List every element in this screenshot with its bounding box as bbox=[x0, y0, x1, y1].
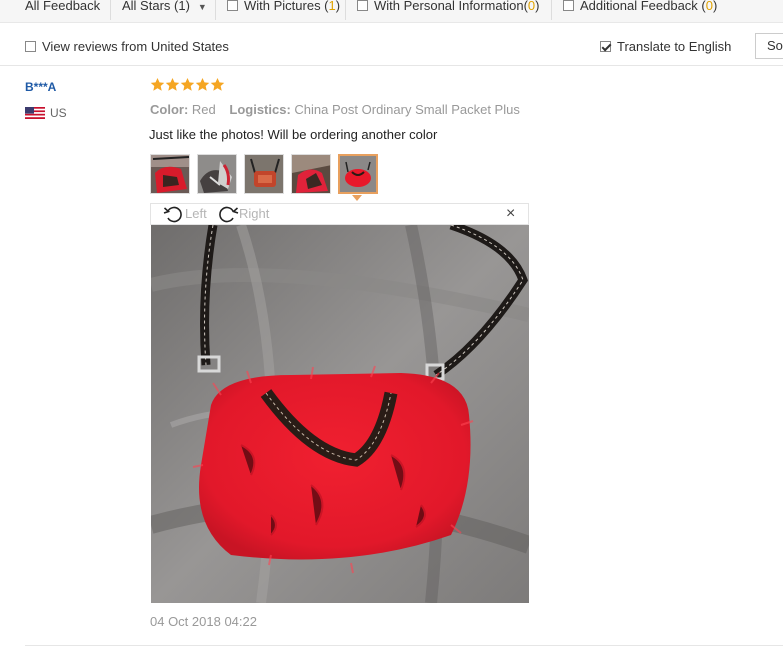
filter-divider bbox=[551, 0, 552, 20]
sort-dropdown[interactable]: So bbox=[755, 33, 783, 59]
filter-with-personal-info[interactable]: With Personal Information(0) bbox=[357, 0, 539, 16]
review-photo bbox=[151, 225, 529, 603]
review-thumbnail-2[interactable] bbox=[197, 154, 237, 194]
thumbnail-image bbox=[292, 155, 330, 193]
rotate-left-button[interactable]: Left bbox=[163, 205, 211, 223]
thumbnail-image bbox=[340, 156, 376, 192]
review-thumbnail-1[interactable] bbox=[150, 154, 190, 194]
reviewer-name[interactable]: B***A bbox=[25, 80, 56, 94]
thumbnail-image bbox=[198, 155, 236, 193]
star-icon bbox=[150, 77, 165, 91]
rotate-left-icon bbox=[163, 206, 182, 223]
with-pictures-checkbox[interactable] bbox=[227, 0, 238, 11]
color-value: Red bbox=[191, 102, 216, 117]
view-us-reviews-option[interactable]: View reviews from United States bbox=[25, 38, 229, 56]
filter-with-pictures[interactable]: With Pictures (1) bbox=[227, 0, 340, 16]
close-paren: ) bbox=[535, 0, 540, 13]
additional-feedback-count: 0 bbox=[705, 0, 713, 13]
thumbnail-image bbox=[245, 155, 283, 193]
logistics-label: Logistics: bbox=[229, 102, 291, 117]
filter-divider bbox=[110, 0, 111, 20]
review-divider bbox=[25, 645, 783, 646]
close-paren: ) bbox=[335, 0, 341, 13]
product-photo-image bbox=[151, 225, 529, 603]
additional-feedback-checkbox[interactable] bbox=[563, 0, 574, 11]
rotate-left-label: Left bbox=[185, 206, 207, 221]
translate-option[interactable]: Translate to English bbox=[600, 38, 731, 56]
additional-feedback-label: Additional Feedback ( bbox=[580, 0, 706, 13]
rotate-right-icon bbox=[219, 206, 239, 223]
with-pictures-count: 1 bbox=[328, 0, 336, 13]
with-personal-checkbox[interactable] bbox=[357, 0, 368, 11]
filter-divider bbox=[345, 0, 346, 20]
with-personal-label: With Personal Information( bbox=[374, 0, 528, 13]
view-us-checkbox[interactable] bbox=[25, 41, 36, 52]
star-icon bbox=[180, 77, 195, 91]
us-flag-icon bbox=[25, 107, 45, 119]
filter-all-stars-dropdown[interactable]: All Stars (1) ▼ bbox=[122, 0, 207, 16]
filter-divider bbox=[215, 0, 216, 20]
star-icon bbox=[210, 77, 225, 91]
review-text: Just like the photos! Will be ordering a… bbox=[149, 127, 438, 142]
review-thumbnail-3[interactable] bbox=[244, 154, 284, 194]
reviewer-country: US bbox=[50, 106, 67, 120]
feedback-filter-bar: All Feedback All Stars (1) ▼ With Picture… bbox=[0, 0, 783, 23]
rotate-right-button[interactable]: Right bbox=[217, 205, 277, 223]
review-date: 04 Oct 2018 04:22 bbox=[150, 614, 257, 629]
review-thumbnail-4[interactable] bbox=[291, 154, 331, 194]
close-paren: ) bbox=[712, 0, 718, 13]
translate-label: Translate to English bbox=[617, 39, 732, 54]
order-info: Color: Red Logistics: China Post Ordinar… bbox=[150, 102, 520, 117]
rotate-right-label: Right bbox=[239, 206, 270, 221]
active-thumbnail-pointer bbox=[352, 195, 362, 201]
translate-checkbox[interactable] bbox=[600, 41, 611, 52]
image-viewer-toolbar: Left Right × bbox=[150, 203, 529, 225]
star-icon bbox=[195, 77, 210, 91]
filter-all-feedback[interactable]: All Feedback bbox=[25, 0, 100, 16]
color-label: Color: bbox=[150, 102, 189, 117]
logistics-value: China Post Ordinary Small Packet Plus bbox=[294, 102, 520, 117]
chevron-down-icon: ▼ bbox=[197, 2, 207, 12]
star-icon bbox=[165, 77, 180, 91]
with-pictures-label: With Pictures ( bbox=[244, 0, 329, 13]
close-icon[interactable]: × bbox=[506, 206, 515, 222]
thumbnail-image bbox=[151, 155, 189, 193]
review-thumbnail-5[interactable] bbox=[338, 154, 378, 194]
view-us-label: View reviews from United States bbox=[42, 39, 229, 54]
section-divider bbox=[0, 65, 783, 66]
all-stars-label: All Stars (1) bbox=[122, 0, 190, 13]
filter-additional-feedback[interactable]: Additional Feedback (0) bbox=[563, 0, 717, 16]
